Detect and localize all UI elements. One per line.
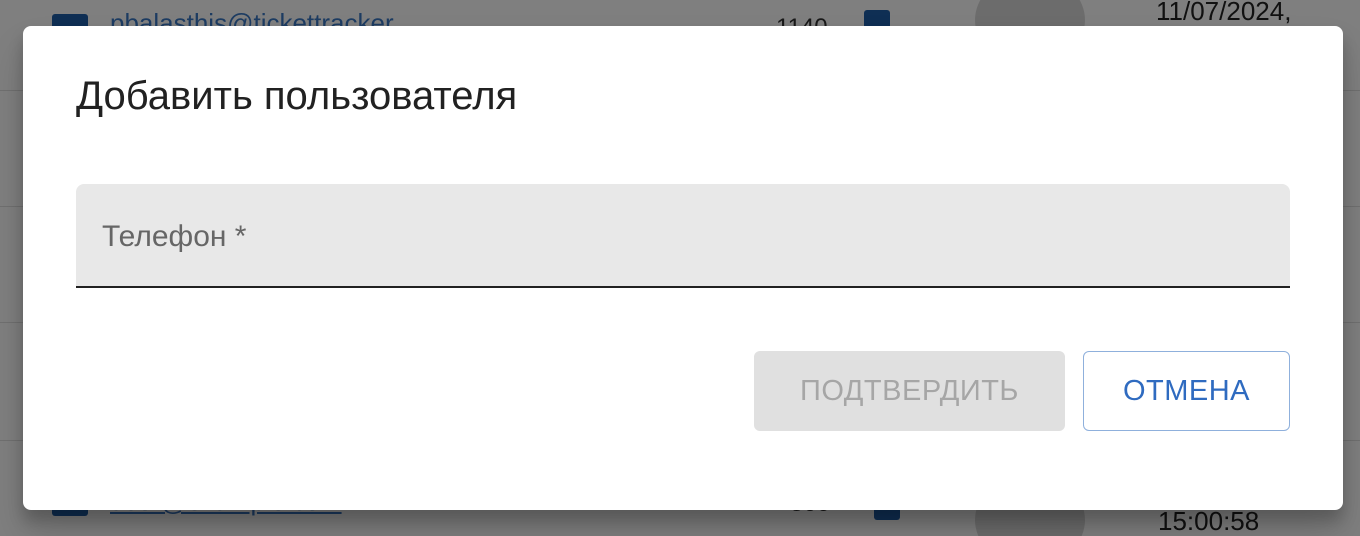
cancel-button[interactable]: ОТМЕНА: [1083, 351, 1290, 431]
dialog-title: Добавить пользователя: [76, 74, 518, 118]
add-user-dialog: Добавить пользователя Телефон * ПОДТВЕРД…: [23, 26, 1343, 510]
phone-field[interactable]: Телефон *: [76, 184, 1290, 288]
confirm-button[interactable]: ПОДТВЕРДИТЬ: [754, 351, 1065, 431]
phone-input[interactable]: [102, 240, 1262, 276]
